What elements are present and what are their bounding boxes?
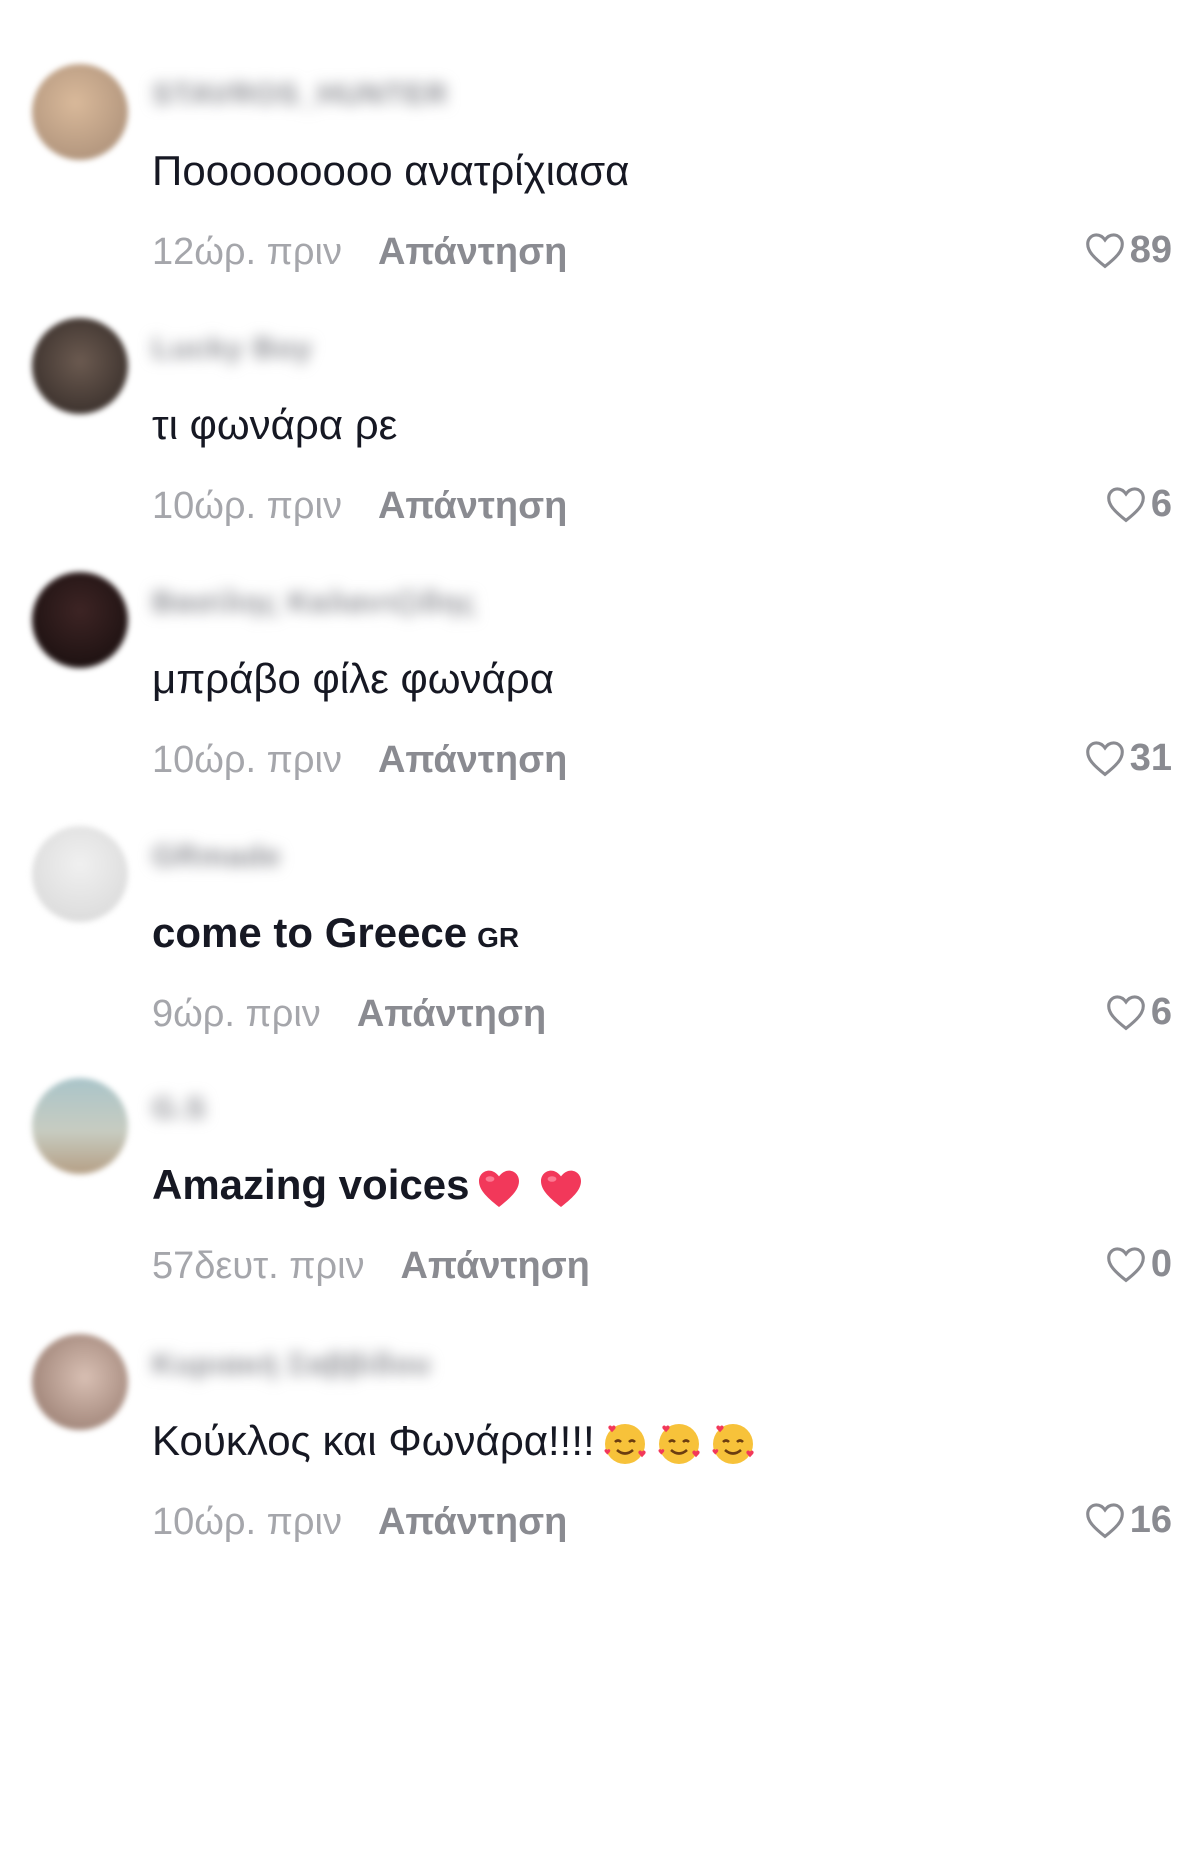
- avatar[interactable]: [32, 572, 128, 668]
- comment-time: 10ώρ. πριν: [152, 485, 342, 527]
- comment-meta: 12ώρ. πριν Απάντηση: [152, 230, 567, 274]
- comment-item: Βασίλης Καλαντζίδης μπράβο φίλε φωνάρα 1…: [0, 566, 1200, 836]
- comment-item: GRmade come to Greece GR 9ώρ. πριν Απάντησ…: [0, 820, 1200, 1090]
- reply-button[interactable]: Απάντηση: [357, 993, 546, 1035]
- heart-emoji-icon: [479, 1170, 520, 1207]
- avatar[interactable]: [32, 826, 128, 922]
- username[interactable]: STAVROS_HUNTER: [152, 78, 448, 112]
- like-count: 0: [1150, 1243, 1172, 1285]
- comment-item: G.S Amazing voices 57δευτ. πριν Απάντηση …: [0, 1072, 1200, 1342]
- like-count: 6: [1150, 483, 1172, 525]
- like-button[interactable]: 6: [1105, 482, 1172, 526]
- comment-meta: 10ώρ. πριν Απάντηση: [152, 738, 567, 782]
- avatar[interactable]: [32, 318, 128, 414]
- like-button[interactable]: 6: [1105, 990, 1172, 1034]
- comment-time: 10ώρ. πριν: [152, 739, 342, 781]
- comment-meta: 10ώρ. πριν Απάντηση: [152, 484, 567, 528]
- comment-text-content: come to Greece: [152, 909, 468, 956]
- comment-text: Ποοοοοοοοο ανατρίχιασα: [152, 147, 630, 194]
- username[interactable]: GRmade: [152, 840, 281, 874]
- reply-button[interactable]: Απάντηση: [378, 1501, 567, 1543]
- comment-text: Amazing voices: [152, 1160, 585, 1210]
- comment-time: 12ώρ. πριν: [152, 231, 342, 273]
- comment-item: Lucky Boy τι φωνάρα ρε 10ώρ. πριν Απάντησ…: [0, 312, 1200, 582]
- comment-meta: 10ώρ. πριν Απάντηση: [152, 1500, 567, 1544]
- like-button[interactable]: 31: [1084, 736, 1172, 780]
- like-count: 31: [1129, 737, 1172, 779]
- avatar[interactable]: [32, 1078, 128, 1174]
- like-count: 16: [1129, 1499, 1172, 1541]
- heart-icon: [1107, 995, 1145, 1031]
- username[interactable]: Κυριακή Σαββίδου: [152, 1348, 431, 1382]
- comment-text: μπράβο φίλε φωνάρα: [152, 655, 554, 702]
- flag-label: GR: [477, 922, 520, 953]
- heart-icon: [1085, 741, 1124, 777]
- heart-icon: [1085, 233, 1124, 269]
- like-button[interactable]: 16: [1084, 1498, 1172, 1542]
- avatar[interactable]: [32, 64, 128, 160]
- like-count: 6: [1150, 991, 1172, 1033]
- heart-emoji-icon: [541, 1170, 582, 1207]
- comment-meta: 9ώρ. πριν Απάντηση: [152, 992, 546, 1036]
- heart-icon: [1107, 1247, 1145, 1283]
- reply-button[interactable]: Απάντηση: [401, 1245, 590, 1287]
- avatar[interactable]: [32, 1334, 128, 1430]
- heart-icon: [1107, 487, 1145, 523]
- comment-text: τι φωνάρα ρε: [152, 401, 398, 448]
- like-button[interactable]: 0: [1105, 1242, 1172, 1286]
- smiling-face-with-hearts-icon: [712, 1423, 754, 1464]
- username[interactable]: Βασίλης Καλαντζίδης: [152, 586, 477, 620]
- comment-text: come to Greece GR: [152, 908, 519, 963]
- comment-time: 9ώρ. πριν: [152, 993, 321, 1035]
- comment-text-content: Amazing voices: [152, 1161, 470, 1208]
- comment-item: STAVROS_HUNTER Ποοοοοοοοο ανατρίχιασα 12…: [0, 58, 1200, 328]
- reply-button[interactable]: Απάντηση: [378, 485, 567, 527]
- reply-button[interactable]: Απάντηση: [378, 231, 567, 273]
- username[interactable]: G.S: [152, 1092, 207, 1126]
- comment-item: Κυριακή Σαββίδου Κούκλος και Φωνάρα!!!! …: [0, 1328, 1200, 1598]
- smiling-face-with-hearts-icon: [604, 1423, 646, 1464]
- comment-meta: 57δευτ. πριν Απάντηση: [152, 1244, 590, 1288]
- comment-time: 10ώρ. πριν: [152, 1501, 342, 1543]
- comment-text: Κούκλος και Φωνάρα!!!!: [152, 1416, 757, 1468]
- smiling-face-with-hearts-icon: [658, 1423, 700, 1464]
- heart-icon: [1085, 1503, 1124, 1539]
- comment-time: 57δευτ. πριν: [152, 1245, 365, 1287]
- like-count: 89: [1129, 229, 1172, 271]
- comment-text-content: Κούκλος και Φωνάρα!!!!: [152, 1417, 595, 1464]
- username[interactable]: Lucky Boy: [152, 332, 313, 366]
- reply-button[interactable]: Απάντηση: [378, 739, 567, 781]
- like-button[interactable]: 89: [1084, 228, 1172, 272]
